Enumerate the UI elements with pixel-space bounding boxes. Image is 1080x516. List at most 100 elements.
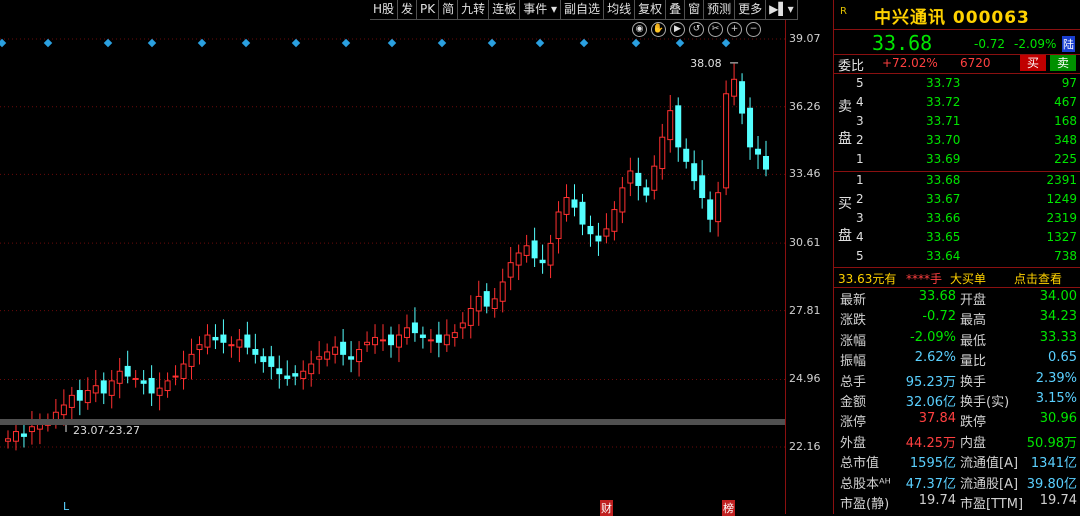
candle[interactable] — [364, 341, 371, 346]
candle[interactable] — [579, 201, 586, 225]
toolbar-button-5[interactable]: 连板 — [489, 0, 521, 20]
candle[interactable] — [691, 163, 698, 182]
candle[interactable] — [188, 353, 195, 367]
candle[interactable] — [292, 373, 299, 377]
toolbar-button-2[interactable]: PK — [417, 0, 440, 20]
toolbar-button-8[interactable]: 均线 — [604, 0, 636, 20]
event-marker-icon[interactable] — [147, 38, 157, 48]
event-marker-icon[interactable] — [43, 38, 53, 48]
candle[interactable] — [28, 426, 35, 433]
toolbar-button-10[interactable]: 叠 — [666, 0, 686, 20]
candle[interactable] — [228, 344, 235, 347]
candle[interactable] — [284, 375, 291, 379]
candle[interactable] — [12, 431, 19, 442]
event-marker-icon[interactable] — [437, 38, 447, 48]
candle[interactable] — [451, 332, 458, 338]
candle[interactable] — [555, 211, 562, 240]
candle[interactable] — [395, 334, 402, 348]
candle[interactable] — [92, 385, 99, 394]
candle[interactable] — [515, 252, 522, 266]
event-marker-icon[interactable] — [0, 38, 7, 48]
toolbar-button-3[interactable]: 简 — [439, 0, 459, 20]
candle[interactable] — [204, 334, 211, 348]
candle[interactable] — [635, 172, 642, 186]
sell-button[interactable]: 卖 — [1050, 55, 1076, 71]
candle[interactable] — [619, 187, 626, 213]
toolbar-button-0[interactable]: H股 — [370, 0, 399, 20]
candle[interactable] — [172, 375, 179, 378]
candle[interactable] — [387, 334, 394, 346]
candle[interactable] — [699, 175, 706, 199]
candle[interactable] — [507, 262, 514, 278]
candle[interactable] — [587, 225, 594, 235]
eye-icon[interactable]: ◉ — [632, 22, 647, 37]
candle[interactable] — [332, 346, 339, 355]
candle[interactable] — [659, 136, 666, 170]
candle[interactable] — [627, 170, 634, 184]
candle[interactable] — [675, 105, 682, 148]
stock-title[interactable]: 中兴通讯 000063 — [874, 3, 1030, 28]
toolbar-button-11[interactable]: 窗 — [685, 0, 705, 20]
candle[interactable] — [180, 363, 187, 379]
candle[interactable] — [372, 336, 379, 346]
candle[interactable] — [236, 339, 243, 348]
candle[interactable] — [20, 433, 27, 437]
asks-row[interactable]: 1 33.69 225 — [834, 152, 1080, 171]
candle[interactable] — [723, 93, 730, 189]
candle[interactable] — [196, 344, 203, 351]
candle[interactable] — [739, 81, 746, 114]
candle[interactable] — [571, 199, 578, 208]
candle[interactable] — [491, 298, 498, 310]
asks-row[interactable]: 5 33.73 97 — [834, 76, 1080, 95]
candle[interactable] — [148, 377, 155, 394]
candle[interactable] — [715, 192, 722, 223]
event-marker-icon[interactable] — [631, 38, 641, 48]
event-marker-icon[interactable] — [241, 38, 251, 48]
candle[interactable] — [731, 78, 738, 97]
event-marker-icon[interactable] — [675, 38, 685, 48]
candle[interactable] — [68, 394, 75, 408]
candle[interactable] — [651, 165, 658, 191]
candle[interactable] — [140, 380, 147, 384]
asks-row[interactable]: 2 33.70 348 — [834, 133, 1080, 152]
candle[interactable] — [547, 242, 554, 266]
zoom-in-icon[interactable]: + — [727, 22, 742, 37]
zoom-out-icon[interactable]: − — [746, 22, 761, 37]
big-order-row[interactable]: 33.63元有 ****手 大买单 点击查看 — [834, 270, 1080, 288]
big-order-link[interactable]: 点击查看 — [1014, 270, 1062, 287]
candle[interactable] — [475, 295, 482, 312]
candle[interactable] — [324, 351, 331, 360]
bids-row[interactable]: 3 33.66 2319 — [834, 211, 1080, 230]
asks-row[interactable]: 4 33.72 467 — [834, 95, 1080, 114]
candle[interactable] — [212, 336, 219, 341]
candle[interactable] — [84, 390, 91, 404]
candle[interactable] — [611, 209, 618, 232]
scissors-icon[interactable]: ✂ — [708, 22, 723, 37]
candle[interactable] — [499, 281, 506, 302]
toolbar-button-13[interactable]: 更多 — [735, 0, 767, 20]
candle[interactable] — [108, 380, 115, 396]
candle[interactable] — [356, 349, 363, 363]
candle[interactable] — [603, 228, 610, 237]
candle[interactable] — [116, 370, 123, 384]
candle[interactable] — [156, 387, 163, 396]
candle[interactable] — [276, 368, 283, 375]
toolbar-button-4[interactable]: 九转 — [458, 0, 490, 20]
event-marker-icon[interactable] — [103, 38, 113, 48]
candle[interactable] — [747, 107, 754, 148]
play-icon[interactable]: ▶ — [670, 22, 685, 37]
candle[interactable] — [595, 235, 602, 242]
bids-row[interactable]: 4 33.65 1327 — [834, 230, 1080, 249]
candle[interactable] — [252, 349, 259, 355]
candle[interactable] — [427, 339, 434, 342]
candle[interactable] — [539, 259, 546, 264]
back-icon[interactable]: ↺ — [689, 22, 704, 37]
candle[interactable] — [419, 334, 426, 338]
candle[interactable] — [531, 240, 538, 259]
candle[interactable] — [683, 148, 690, 162]
candle[interactable] — [268, 356, 275, 367]
candle[interactable] — [763, 156, 769, 170]
candle[interactable] — [755, 148, 762, 155]
toolbar-button-9[interactable]: 复权 — [635, 0, 667, 20]
candle[interactable] — [124, 365, 131, 377]
